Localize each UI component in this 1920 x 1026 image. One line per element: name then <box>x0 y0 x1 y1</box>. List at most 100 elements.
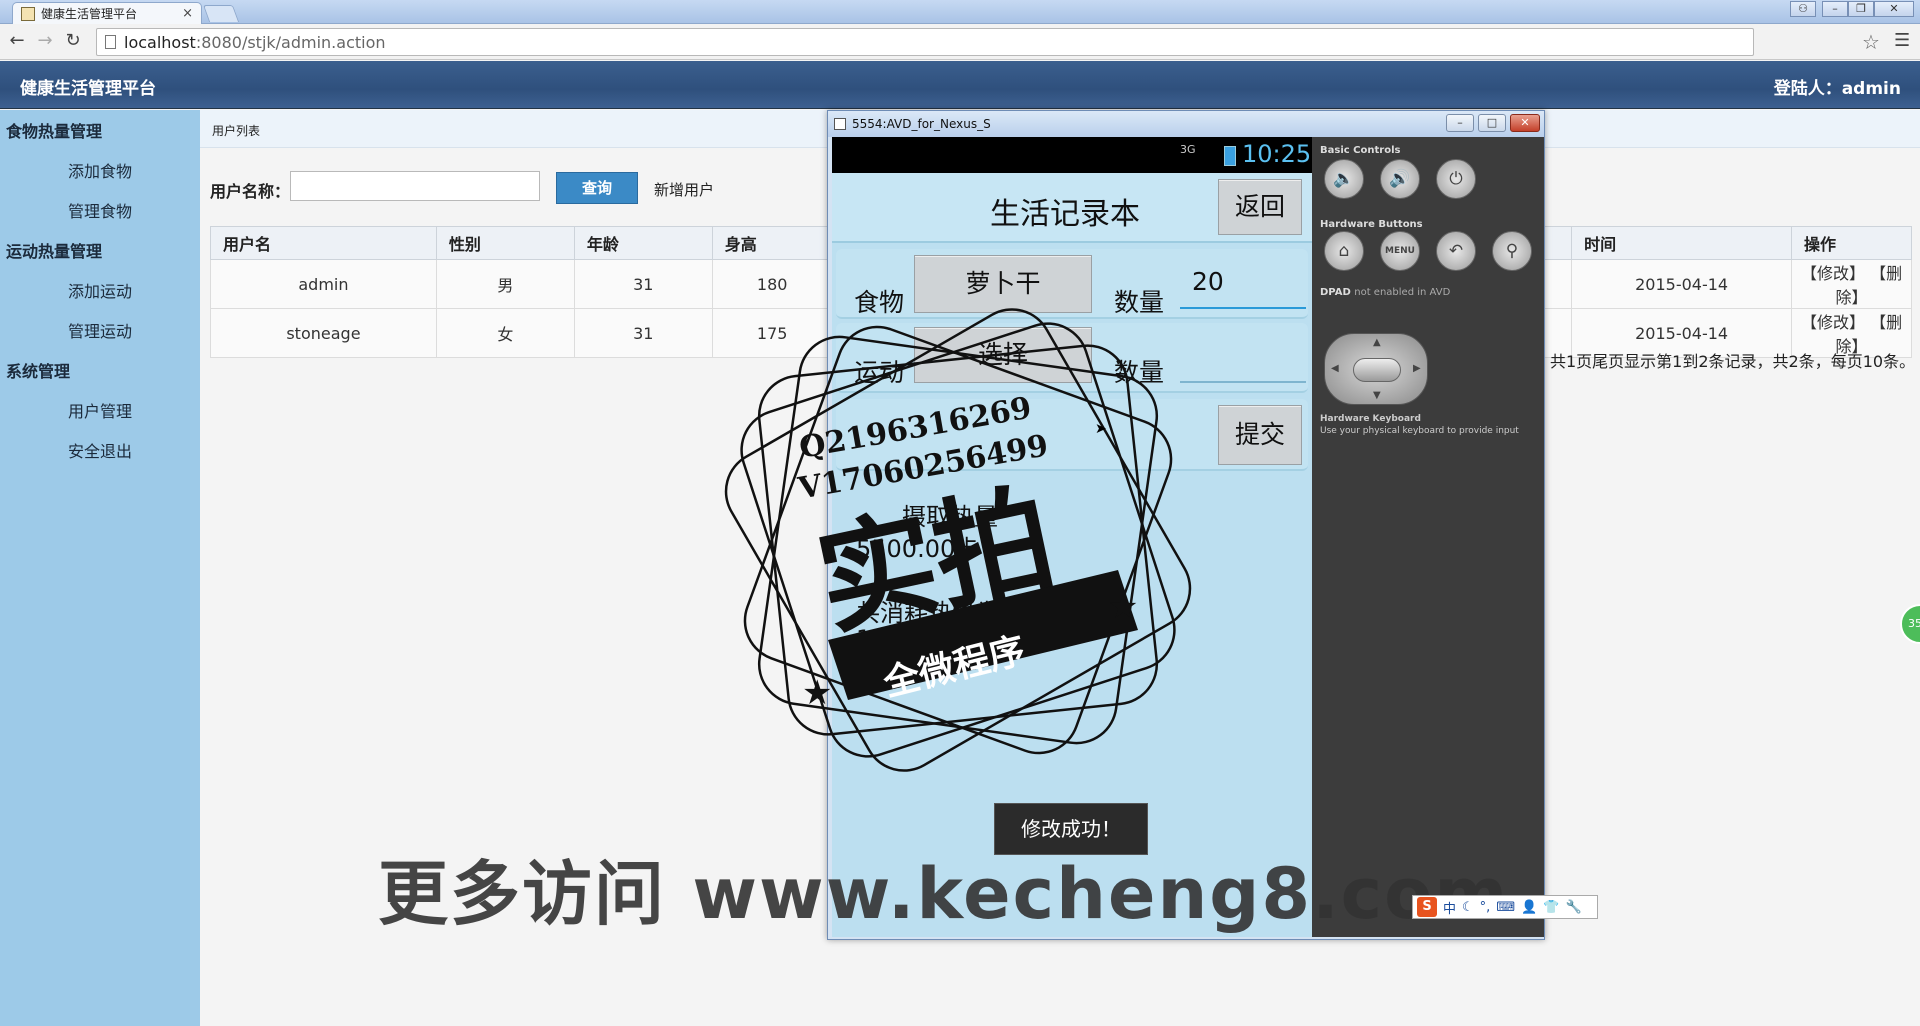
user-icon[interactable]: ⚇ <box>1790 1 1816 17</box>
search-key-icon[interactable]: ⚲ <box>1492 231 1532 271</box>
dpad-right-icon[interactable]: ▶ <box>1413 363 1421 374</box>
emulator-window: 5554:AVD_for_Nexus_S – □ ✕ 3G 10:25 生活记录… <box>827 110 1545 940</box>
sport-qty-input[interactable] <box>1180 343 1306 383</box>
emulator-icon <box>834 118 846 130</box>
cell-actions: 【修改】 【删除】 <box>1791 259 1912 309</box>
keyboard-note-text: Use your physical keyboard to provide in… <box>1320 426 1519 436</box>
menu-icon[interactable]: ☰ <box>1894 30 1910 51</box>
dpad-down-icon[interactable]: ▼ <box>1373 390 1381 401</box>
status-clock: 10:25 <box>1242 140 1312 168</box>
ime-toolbar[interactable]: S 中 ☾ °, ⌨ 👤 👕 🔧 <box>1412 895 1598 919</box>
sidebar-item-manage-food[interactable]: 管理食物 <box>68 198 132 222</box>
bookmark-star-icon[interactable]: ☆ <box>1862 30 1880 54</box>
tab-close-icon[interactable]: × <box>182 6 193 21</box>
cell-height: 175 <box>711 308 833 358</box>
volume-up-icon[interactable]: 🔊 <box>1380 159 1420 199</box>
login-info: 登陆人：admin <box>1773 79 1901 99</box>
dpad-center-button[interactable] <box>1353 358 1401 382</box>
emulator-close-button[interactable]: ✕ <box>1510 114 1540 132</box>
pager-text: 共1页尾页显示第1到2条记录，共2条，每页10条。 <box>1550 352 1916 371</box>
keyboard-note: Hardware Keyboard Use your physical keyb… <box>1320 413 1519 437</box>
phone-screen: 3G 10:25 生活记录本 返回 食物 萝卜干 数量 20 运动 选择 数量 … <box>832 137 1312 937</box>
sport-label: 运动 <box>854 358 905 387</box>
emulator-maximize-button[interactable]: □ <box>1478 114 1506 132</box>
cell-gender: 男 <box>435 259 575 309</box>
breadcrumb: 用户列表 <box>212 124 261 138</box>
sidebar-group-sport[interactable]: 运动热量管理 <box>6 238 102 262</box>
intake-label: 摄取热量 <box>902 503 998 531</box>
edit-link[interactable]: 【修改】 <box>1801 264 1865 283</box>
th-time: 时间 <box>1571 226 1793 260</box>
sidebar-item-logout[interactable]: 安全退出 <box>68 438 132 462</box>
dpad-control[interactable]: ▲ ▼ ◀ ▶ <box>1324 333 1428 405</box>
punctuation-icon[interactable]: °, <box>1480 900 1491 915</box>
food-label: 食物 <box>854 288 905 317</box>
new-tab-button[interactable] <box>202 5 240 22</box>
shirt-icon[interactable]: 👕 <box>1543 900 1559 915</box>
username-search-input[interactable] <box>290 171 540 201</box>
add-user-link[interactable]: 新增用户 <box>654 179 714 200</box>
emulator-minimize-button[interactable]: – <box>1446 114 1474 132</box>
keyboard-label: Hardware Keyboard <box>1320 414 1421 424</box>
food-qty-input[interactable]: 20 <box>1180 267 1306 309</box>
sidebar-item-manage-sport[interactable]: 管理运动 <box>68 318 132 342</box>
th-height: 身高 <box>711 226 833 260</box>
page-icon <box>105 35 116 49</box>
user-icon[interactable]: 👤 <box>1521 900 1537 915</box>
sidebar-group-food[interactable]: 食物热量管理 <box>6 118 102 142</box>
mouse-cursor-icon: ➤ <box>1095 421 1107 437</box>
emulator-titlebar[interactable]: 5554:AVD_for_Nexus_S – □ ✕ <box>828 111 1544 137</box>
sidebar-item-add-food[interactable]: 添加食物 <box>68 158 132 182</box>
browser-tab[interactable]: 健康生活管理平台 × <box>12 2 202 24</box>
battery-icon <box>1224 146 1236 166</box>
minimize-button[interactable]: – <box>1822 1 1848 17</box>
sidebar-item-user-management[interactable]: 用户管理 <box>68 398 132 422</box>
forward-arrow-icon[interactable]: → <box>34 30 56 52</box>
restore-button[interactable]: ❐ <box>1848 1 1874 17</box>
edit-link[interactable]: 【修改】 <box>1801 313 1865 332</box>
url-path: :8080/stjk/admin.action <box>195 32 386 52</box>
sport-select-button[interactable]: 选择 <box>914 327 1092 383</box>
app-title: 健康生活管理平台 <box>20 79 156 99</box>
food-select-button[interactable]: 萝卜干 <box>914 255 1092 313</box>
sogou-logo-icon: S <box>1417 897 1437 917</box>
network-indicator: 3G <box>1180 143 1196 156</box>
burn-value: 1080 <box>856 625 918 653</box>
app-header: 健康生活管理平台 登陆人：admin <box>0 61 1920 109</box>
volume-down-icon[interactable]: 🔈 <box>1324 159 1364 199</box>
intake-value: 5500.00卡 <box>856 535 980 563</box>
wrench-icon[interactable]: 🔧 <box>1565 900 1581 915</box>
emulator-title: 5554:AVD_for_Nexus_S <box>852 117 991 131</box>
cell-gender: 女 <box>435 308 575 358</box>
dpad-up-icon[interactable]: ▲ <box>1373 337 1381 348</box>
moon-icon[interactable]: ☾ <box>1462 900 1474 915</box>
home-icon[interactable]: ⌂ <box>1324 231 1364 271</box>
url-host: localhost <box>124 32 196 52</box>
sidebar-group-system[interactable]: 系统管理 <box>6 358 70 382</box>
tab-title: 健康生活管理平台 <box>41 7 138 21</box>
sidebar-item-add-sport[interactable]: 添加运动 <box>68 278 132 302</box>
submit-button[interactable]: 提交 <box>1218 405 1302 465</box>
back-key-icon[interactable]: ↶ <box>1436 231 1476 271</box>
ime-mode[interactable]: 中 <box>1443 898 1456 917</box>
sport-qty-label: 数量 <box>1114 358 1165 387</box>
hardware-buttons-label: Hardware Buttons <box>1320 219 1423 230</box>
reload-icon[interactable]: ↻ <box>62 30 84 52</box>
close-window-button[interactable]: ✕ <box>1874 1 1914 17</box>
menu-key-icon[interactable]: MENU <box>1380 231 1420 271</box>
back-button[interactable]: 返回 <box>1218 179 1302 235</box>
phone-title: 生活记录本 <box>990 197 1140 232</box>
cell-age: 31 <box>573 308 713 358</box>
back-arrow-icon[interactable]: ← <box>6 30 28 52</box>
food-qty-label: 数量 <box>1114 288 1165 317</box>
power-icon[interactable]: ⏻ <box>1436 159 1476 199</box>
keyboard-icon[interactable]: ⌨ <box>1496 900 1515 915</box>
search-label: 用户名称： <box>210 182 291 201</box>
address-bar[interactable]: localhost :8080/stjk/admin.action <box>96 28 1754 56</box>
dpad-left-icon[interactable]: ◀ <box>1331 363 1339 374</box>
cell-height: 180 <box>711 259 833 309</box>
browser-tabbar: 健康生活管理平台 × ⚇ – ❐ ✕ <box>0 0 1920 24</box>
th-username: 用户名 <box>210 226 437 260</box>
query-button[interactable]: 查询 <box>556 172 638 204</box>
status-bar: 3G 10:25 <box>832 137 1312 173</box>
